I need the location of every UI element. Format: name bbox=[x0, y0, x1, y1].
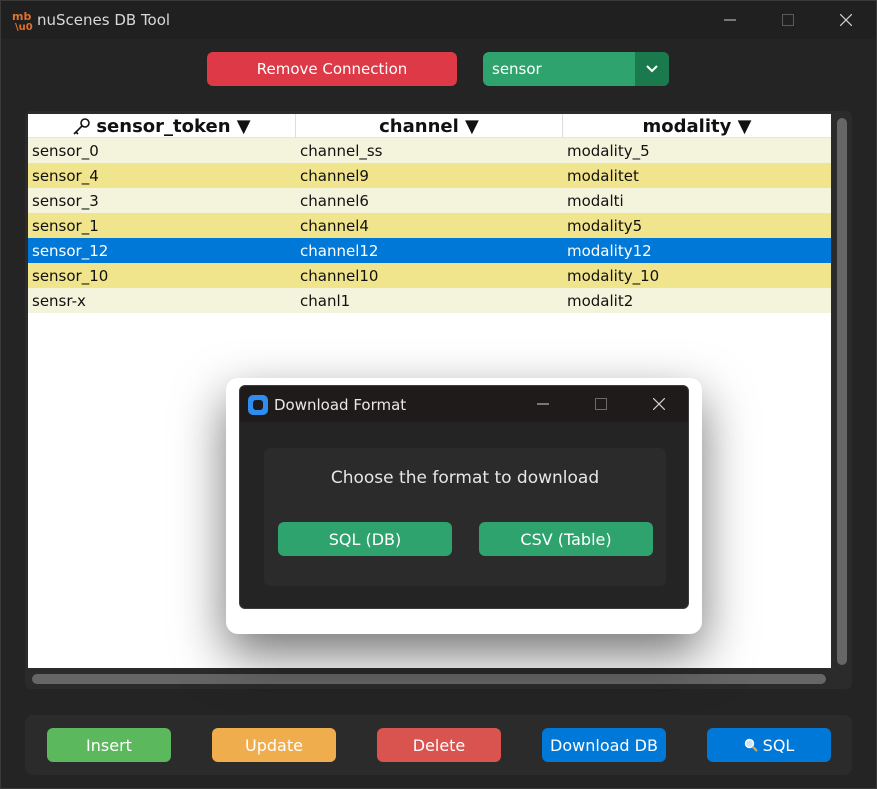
table-cell: sensor_10 bbox=[32, 266, 109, 285]
svg-text:\u03c5: \u03c5 bbox=[15, 22, 33, 31]
table-cell: channel9 bbox=[300, 166, 369, 185]
sql-format-button[interactable]: SQL (DB) bbox=[278, 522, 452, 556]
title-bar[interactable]: mb \u03c5 nuScenes DB Tool bbox=[1, 1, 876, 39]
table-row[interactable]: sensor_4 channel9 modalitet bbox=[28, 163, 831, 188]
table-cell: sensor_3 bbox=[32, 191, 99, 210]
column-header-modality[interactable]: modality ▼ bbox=[563, 114, 831, 138]
table-select-dropdown[interactable]: sensor bbox=[483, 52, 669, 86]
dialog-title-bar[interactable]: Download Format bbox=[240, 386, 688, 422]
horizontal-scrollbar[interactable] bbox=[32, 674, 826, 684]
dialog-app-icon bbox=[248, 395, 268, 415]
column-header-label: sensor_token ▼ bbox=[96, 115, 251, 137]
column-header-label: modality ▼ bbox=[642, 115, 752, 137]
download-db-button[interactable]: Download DB bbox=[542, 728, 666, 762]
dialog-title: Download Format bbox=[274, 396, 407, 414]
dialog-minimize-button[interactable] bbox=[514, 386, 572, 422]
dialog-body: Choose the format to download bbox=[264, 448, 666, 586]
dialog-prompt: Choose the format to download bbox=[330, 468, 600, 488]
table-header-row: sensor_token ▼ channel ▼ modality ▼ bbox=[28, 114, 831, 138]
column-header-channel[interactable]: channel ▼ bbox=[296, 114, 563, 138]
vertical-scrollbar[interactable] bbox=[837, 118, 847, 665]
sql-button-label: SQL bbox=[762, 735, 795, 755]
app-logo-icon: mb \u03c5 bbox=[12, 10, 33, 31]
table-cell: modality12 bbox=[567, 241, 652, 260]
table-row[interactable]: sensor_3 channel6 modalti bbox=[28, 188, 831, 213]
close-icon bbox=[840, 14, 852, 26]
download-format-dialog: Download Format Choose the format to dow… bbox=[239, 385, 689, 609]
column-header-sensor-token[interactable]: sensor_token ▼ bbox=[28, 114, 296, 138]
table-row[interactable]: sensor_1 channel4 modality5 bbox=[28, 213, 831, 238]
table-row[interactable]: sensr-x chanl1 modalit2 bbox=[28, 288, 831, 313]
minimize-icon bbox=[724, 19, 736, 21]
search-icon bbox=[744, 738, 758, 752]
delete-button[interactable]: Delete bbox=[377, 728, 501, 762]
table-cell: channel10 bbox=[300, 266, 379, 285]
table-cell: channel12 bbox=[300, 241, 379, 260]
table-cell: modality_5 bbox=[567, 141, 650, 160]
table-row[interactable]: sensor_12 channel12 modality12 bbox=[28, 238, 831, 263]
table-cell: sensor_4 bbox=[32, 166, 99, 185]
table-row[interactable]: sensor_0 channel_ss modality_5 bbox=[28, 138, 831, 163]
remove-connection-button[interactable]: Remove Connection bbox=[207, 52, 457, 86]
maximize-icon bbox=[595, 398, 607, 410]
dialog-close-button[interactable] bbox=[630, 386, 688, 422]
table-cell: chanl1 bbox=[300, 291, 351, 310]
chevron-down-icon bbox=[646, 65, 658, 73]
csv-format-button[interactable]: CSV (Table) bbox=[479, 522, 653, 556]
key-icon bbox=[73, 118, 91, 135]
minimize-icon bbox=[537, 403, 549, 405]
table-cell: modality5 bbox=[567, 216, 643, 235]
table-cell: channel4 bbox=[300, 216, 369, 235]
dialog-maximize-button[interactable] bbox=[572, 386, 630, 422]
table-cell: modalitet bbox=[567, 166, 639, 185]
update-button[interactable]: Update bbox=[212, 728, 336, 762]
table-cell: modality_10 bbox=[567, 266, 660, 285]
insert-button[interactable]: Insert bbox=[47, 728, 171, 762]
table-cell: modalti bbox=[567, 191, 624, 210]
minimize-button[interactable] bbox=[701, 1, 759, 39]
table-cell: channel_ss bbox=[300, 141, 383, 160]
table-cell: sensor_0 bbox=[32, 141, 99, 160]
close-button[interactable] bbox=[817, 1, 875, 39]
column-header-label: channel ▼ bbox=[379, 115, 479, 137]
table-row[interactable]: sensor_10 channel10 modality_10 bbox=[28, 263, 831, 288]
table-cell: channel6 bbox=[300, 191, 369, 210]
table-cell: sensr-x bbox=[32, 291, 86, 310]
maximize-icon bbox=[782, 14, 794, 26]
maximize-button[interactable] bbox=[759, 1, 817, 39]
table-cell: modalit2 bbox=[567, 291, 634, 310]
table-select-value: sensor bbox=[492, 60, 542, 78]
close-icon bbox=[653, 398, 665, 410]
table-cell: sensor_12 bbox=[32, 241, 109, 260]
table-cell: sensor_1 bbox=[32, 216, 99, 235]
sql-button[interactable]: SQL bbox=[707, 728, 831, 762]
dropdown-arrow-button[interactable] bbox=[635, 52, 669, 86]
window-title: nuScenes DB Tool bbox=[37, 11, 171, 29]
